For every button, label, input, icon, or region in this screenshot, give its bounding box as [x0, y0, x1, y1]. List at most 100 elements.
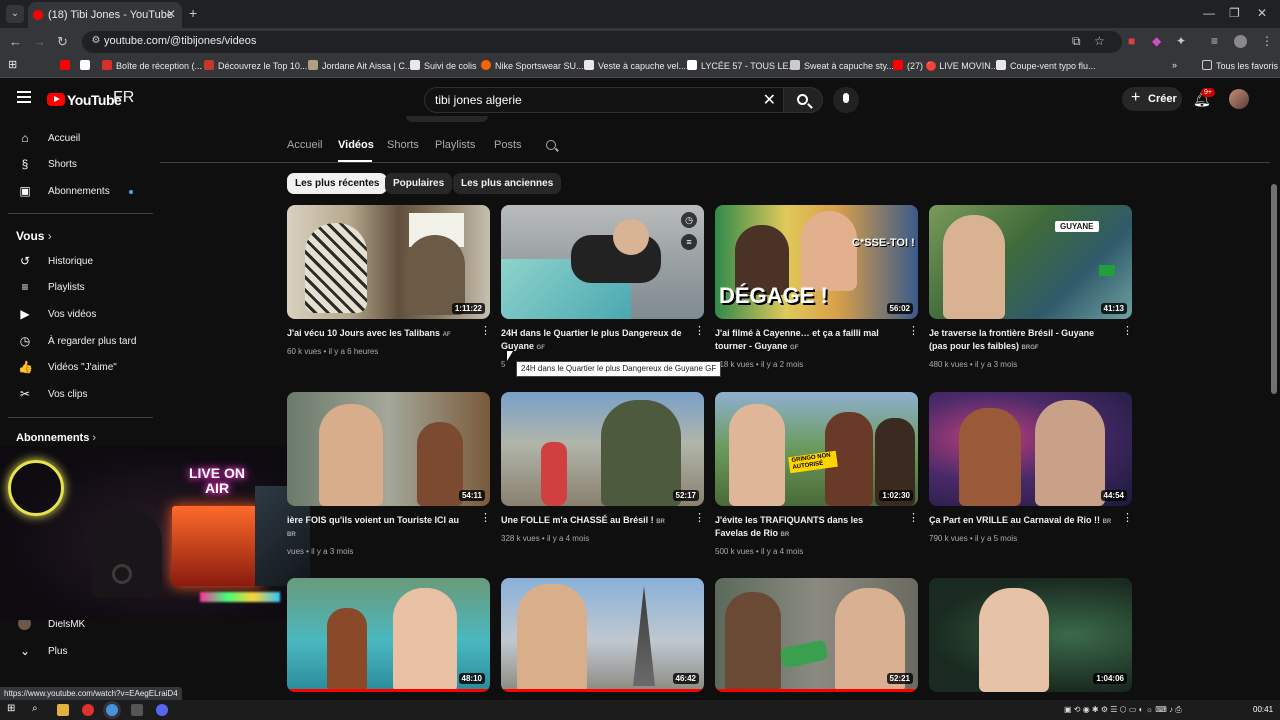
video-thumbnail[interactable]: 54:11 [287, 392, 490, 506]
windows-start-icon[interactable]: ⊞ [7, 703, 19, 715]
chip-latest[interactable]: Les plus récentes [287, 173, 388, 194]
address-bar[interactable]: ⚙ youtube.com/@tibijones/videos ⧉ ☆ [82, 31, 1122, 53]
app-icon[interactable] [131, 704, 143, 716]
watch-later-clock-icon[interactable]: ◷ [681, 212, 697, 228]
bookmark-star-icon[interactable]: ☆ [1094, 34, 1105, 48]
sidebar-more[interactable]: ⌄ Plus [8, 639, 153, 665]
video-thumbnail[interactable]: GRINGO NON AUTORISÉ 1:02:30 [715, 392, 918, 506]
video-thumbnail[interactable]: 46:42 [501, 578, 704, 692]
sidebar-item-history[interactable]: ↺ Historique [8, 249, 153, 275]
tab-playlists[interactable]: Playlists [435, 139, 475, 151]
sidebar-item-liked-videos[interactable]: 👍 Vidéos "J'aime" [8, 355, 153, 381]
tray-icons[interactable]: ▣ ⟲ ◉ ✱ ⚙ ☰ ⬡ ▭ ◐ ☼ ⌨ ♪ ⎙ [1064, 705, 1182, 715]
video-thumbnail[interactable]: 52:21 [715, 578, 918, 692]
bookmark-mail[interactable]: Boîte de réception (... [102, 60, 202, 71]
bookmark-sweat[interactable]: Sweat à capuche sty... [790, 60, 894, 71]
tab-videos[interactable]: Vidéos [338, 139, 374, 151]
search-button[interactable] [783, 87, 823, 113]
channel-search-icon[interactable] [546, 140, 556, 150]
search-query[interactable]: tibi jones algerie [435, 93, 522, 107]
video-menu-icon[interactable]: ⋮ [908, 326, 919, 337]
video-menu-icon[interactable]: ⋮ [480, 326, 491, 337]
bookmark-jordane[interactable]: Jordane Ait Aissa | C... [308, 60, 412, 71]
video-menu-icon[interactable]: ⋮ [694, 326, 705, 337]
video-title[interactable]: Je traverse la frontière Brésil - Guyane… [929, 327, 1112, 355]
sidebar-item-subscriptions[interactable]: ▣ Abonnements [8, 179, 153, 205]
chrome-icon[interactable] [106, 704, 118, 716]
file-explorer-icon[interactable] [57, 704, 69, 716]
search-input[interactable]: tibi jones algerie ✕ [424, 87, 785, 113]
discord-icon[interactable] [156, 704, 168, 716]
site-info-icon[interactable]: ⚙ [89, 35, 103, 49]
tab-home[interactable]: Accueil [287, 139, 322, 151]
bookmark-lycee[interactable]: LYCÉE 57 - TOUS LE... [687, 60, 796, 71]
create-button[interactable]: + Créer [1122, 87, 1182, 111]
account-avatar[interactable] [1229, 89, 1249, 109]
bookmark-veste[interactable]: Veste à capuche vel... [584, 60, 686, 71]
bookmark-top10[interactable]: Découvrez le Top 10... [204, 60, 307, 71]
sidebar-item-clips[interactable]: ✂ Vos clips [8, 382, 153, 408]
video-thumbnail[interactable]: GUYANE 41:13 [929, 205, 1132, 319]
bookmark-live[interactable]: (27) 🔴 LIVE MOVIN... [893, 60, 998, 72]
sidebar-item-shorts[interactable]: § Shorts [8, 152, 153, 178]
tab-close-icon[interactable]: ✕ [166, 7, 176, 21]
video-thumbnail[interactable]: 1:11:22 [287, 205, 490, 319]
video-title[interactable]: 24H dans le Quartier le plus Dangereux d… [501, 327, 684, 355]
bookmarks-overflow-icon[interactable]: » [1172, 60, 1177, 70]
browser-tab[interactable]: (18) Tibi Jones - YouTube ✕ [28, 2, 182, 28]
bookmark-docs[interactable] [80, 60, 94, 71]
video-title[interactable]: J'ai vécu 10 Jours avec les Talibans AF [287, 327, 470, 342]
video-thumbnail[interactable]: 52:17 [501, 392, 704, 506]
sidebar-subscriptions-header[interactable]: Abonnements › [16, 432, 96, 444]
search-icon[interactable]: ⌕ [32, 703, 44, 715]
tab-search-icon[interactable]: ⌄ [6, 5, 24, 23]
menu-hamburger-icon[interactable] [17, 91, 31, 103]
all-favorites[interactable]: Tous les favoris [1202, 60, 1278, 71]
install-app-icon[interactable]: ⧉ [1072, 34, 1081, 49]
reload-icon[interactable]: ↻ [57, 34, 68, 50]
back-icon[interactable]: ← [9, 34, 22, 49]
bookmark-youtube[interactable] [60, 60, 74, 71]
address-url[interactable]: youtube.com/@tibijones/videos [104, 35, 256, 47]
bookmark-colis[interactable]: Suivi de colis [410, 60, 477, 71]
video-title[interactable]: J'évite les TRAFIQUANTS dans les Favelas… [715, 514, 898, 542]
bookmark-nike[interactable]: Nike Sportswear SU... [481, 60, 584, 71]
video-title[interactable]: Ça Part en VRILLE au Carnaval de Rio !! … [929, 514, 1112, 529]
apps-grid-icon[interactable]: ⊞ [8, 58, 17, 71]
extension-1-icon[interactable]: ■ [1128, 34, 1135, 48]
chip-oldest[interactable]: Les plus anciennes [453, 173, 562, 194]
video-menu-icon[interactable]: ⋮ [1122, 326, 1133, 337]
media-controls-icon[interactable]: ≡ [1211, 34, 1218, 48]
video-title[interactable]: J'ai filmé à Cayenne… et ça a failli mal… [715, 327, 898, 355]
video-thumbnail[interactable]: 48:10 [287, 578, 490, 692]
sidebar-item-home[interactable]: ⌂ Accueil [8, 126, 153, 152]
forward-icon[interactable]: → [33, 34, 46, 49]
video-title[interactable]: ière FOIS qu'ils voient un Touriste ICI … [287, 514, 470, 542]
video-menu-icon[interactable]: ⋮ [694, 513, 705, 524]
voice-search-mic-icon[interactable] [833, 87, 859, 113]
video-title[interactable]: Une FOLLE m'a CHASSÉ au Brésil ! BR [501, 514, 684, 529]
bookmark-coupe-vent[interactable]: Coupe-vent typo flu... [996, 60, 1096, 71]
video-menu-icon[interactable]: ⋮ [480, 513, 491, 524]
tab-shorts[interactable]: Shorts [387, 139, 419, 151]
minimize-icon[interactable]: — [1203, 6, 1215, 20]
restore-icon[interactable]: ❐ [1229, 6, 1240, 20]
tab-posts[interactable]: Posts [494, 139, 522, 151]
add-to-queue-icon[interactable]: ≡ [681, 234, 697, 250]
sidebar-item-watch-later[interactable]: ◷ À regarder plus tard [8, 329, 153, 355]
new-tab-icon[interactable]: + [189, 5, 197, 21]
clear-search-icon[interactable]: ✕ [763, 90, 776, 110]
profile-icon[interactable] [1234, 35, 1247, 48]
page-scrollbar[interactable] [1271, 184, 1277, 394]
extensions-puzzle-icon[interactable]: ✦ [1176, 34, 1186, 48]
video-thumbnail[interactable]: ◷ ≡ [501, 205, 704, 319]
opera-icon[interactable] [82, 704, 94, 716]
browser-menu-icon[interactable]: ⋮ [1261, 34, 1273, 48]
extension-2-icon[interactable]: ◆ [1152, 34, 1161, 48]
close-window-icon[interactable]: ✕ [1257, 6, 1267, 20]
youtube-logo[interactable]: YouTube [47, 91, 122, 109]
video-thumbnail[interactable]: DÉGAGE ! C*SSE-TOI ! 56:02 [715, 205, 918, 319]
video-thumbnail[interactable]: 1:04:06 [929, 578, 1132, 692]
chip-popular[interactable]: Populaires [385, 173, 453, 194]
video-thumbnail[interactable]: 44:54 [929, 392, 1132, 506]
